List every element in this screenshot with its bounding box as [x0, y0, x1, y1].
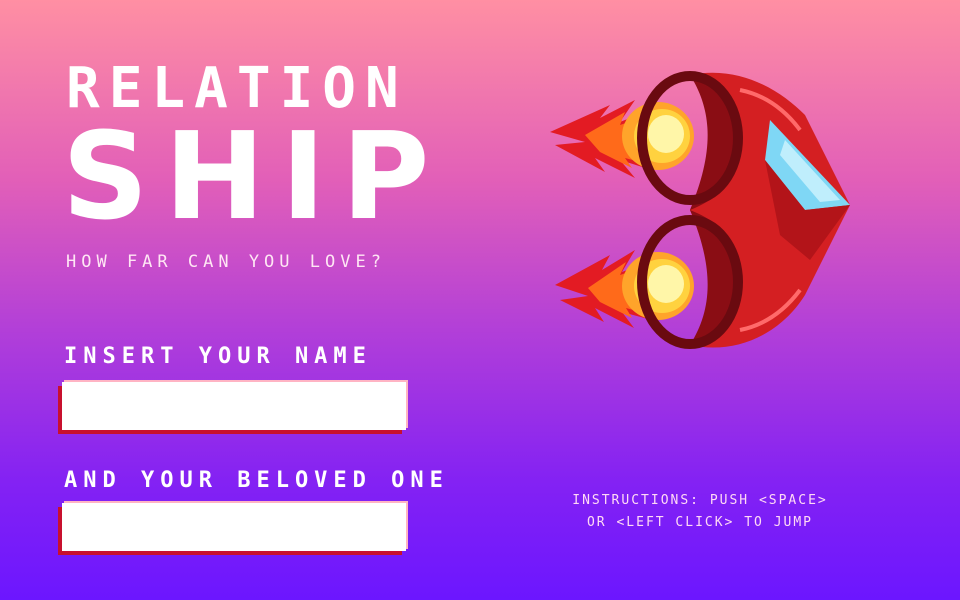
name-input[interactable]	[62, 382, 406, 430]
flame-bottom-icon	[555, 250, 694, 328]
name-label: INSERT YOUR NAME	[64, 344, 372, 369]
game-screen: { "title": { "line1": "RELATION", "line2…	[0, 0, 960, 600]
game-title-line2: SHIP	[62, 108, 446, 247]
game-tagline: HOW FAR CAN YOU LOVE?	[66, 252, 386, 272]
instructions-line2: OR <LEFT CLICK> TO JUMP	[586, 515, 813, 530]
heart-ship-icon	[550, 71, 850, 349]
instructions: INSTRUCTIONS: PUSH <SPACE> OR <LEFT CLIC…	[520, 490, 880, 534]
beloved-label: AND YOUR BELOVED ONE	[64, 468, 449, 493]
instructions-line1: INSTRUCTIONS: PUSH <SPACE>	[572, 493, 828, 508]
flame-top-icon	[550, 100, 694, 178]
beloved-input[interactable]	[62, 503, 406, 551]
